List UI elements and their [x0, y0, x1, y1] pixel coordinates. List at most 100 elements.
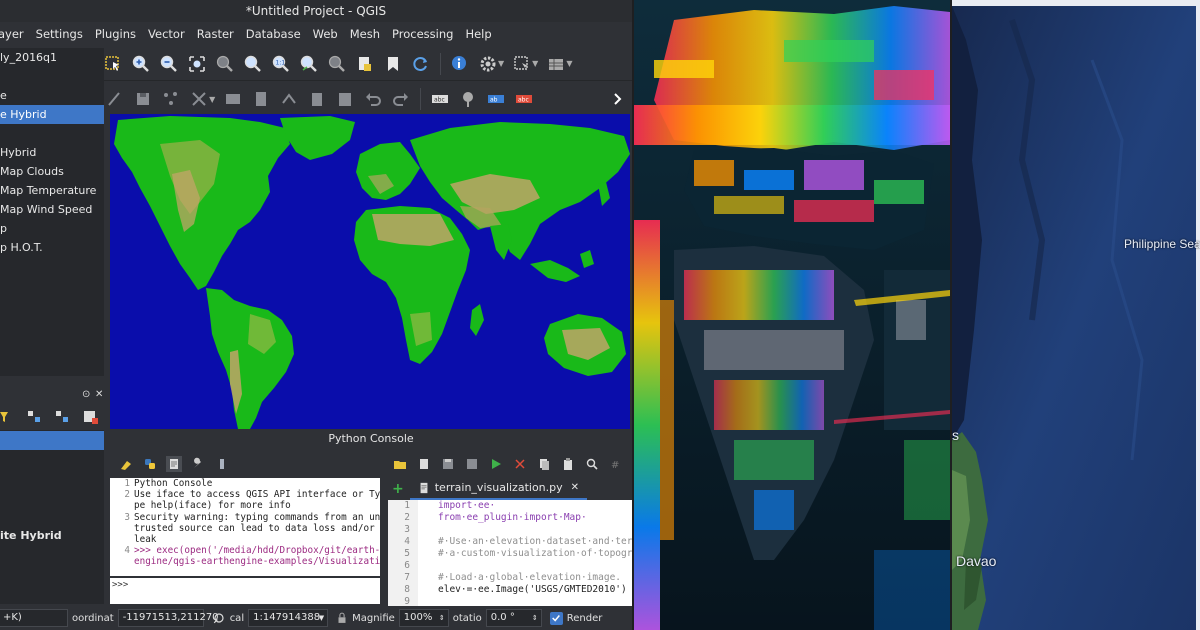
options-wrench-icon[interactable]: [190, 456, 206, 472]
menu-database[interactable]: Database: [246, 27, 301, 41]
satellite-map-view[interactable]: Philippine Sea s Davao: [952, 0, 1200, 630]
browser-item[interactable]: Map Wind Speed: [0, 200, 104, 219]
new-tab-icon[interactable]: +: [392, 481, 404, 497]
filter-legend-icon[interactable]: [0, 406, 18, 428]
actions-icon[interactable]: [477, 53, 499, 75]
python-console-input[interactable]: >>>: [110, 578, 380, 604]
chevron-down-icon[interactable]: ▼: [566, 59, 572, 68]
layer-item[interactable]: [0, 469, 104, 488]
browser-item[interactable]: Map Temperature: [0, 181, 104, 200]
clipboard-icon[interactable]: [306, 88, 328, 110]
run-script-icon[interactable]: [488, 456, 504, 472]
label-pin-icon[interactable]: [457, 88, 479, 110]
zoom-next-icon[interactable]: [326, 53, 348, 75]
expand-all-icon[interactable]: [24, 406, 46, 428]
paste-icon[interactable]: [334, 88, 356, 110]
locator-search[interactable]: +K): [0, 609, 68, 627]
layer-item[interactable]: [0, 507, 104, 526]
chevron-right-icon[interactable]: [607, 88, 629, 110]
copy-features-icon[interactable]: [250, 88, 272, 110]
open-in-editor-icon[interactable]: [416, 456, 432, 472]
copy-icon[interactable]: [536, 456, 552, 472]
refresh-icon[interactable]: [410, 53, 432, 75]
browser-item[interactable]: [0, 67, 104, 86]
lock-scale-icon[interactable]: [335, 610, 349, 626]
render-checkbox[interactable]: [549, 611, 563, 625]
map-canvas[interactable]: [110, 114, 630, 429]
menu-processing[interactable]: Processing: [392, 27, 453, 41]
chevron-down-icon[interactable]: ▼: [532, 59, 538, 68]
save-icon[interactable]: [440, 456, 456, 472]
menu-help[interactable]: Help: [465, 27, 491, 41]
coordinate-field[interactable]: -11971513,211270: [117, 609, 219, 627]
browser-item[interactable]: [0, 124, 104, 143]
menu-web[interactable]: Web: [313, 27, 338, 41]
layer-item[interactable]: [0, 488, 104, 507]
open-script-icon[interactable]: [392, 456, 408, 472]
close-tab-icon[interactable]: ✕: [571, 477, 579, 499]
paste-icon[interactable]: [560, 456, 576, 472]
browser-item[interactable]: ly_2016q1: [0, 48, 104, 67]
zoom-in-icon[interactable]: [130, 53, 152, 75]
menu-layer[interactable]: ayer: [0, 27, 24, 41]
label-highlight-icon[interactable]: ab: [485, 88, 507, 110]
zoom-native-resolution-icon[interactable]: 1:1: [270, 53, 292, 75]
save-edits-icon[interactable]: [132, 88, 154, 110]
python-logo-icon[interactable]: [142, 456, 158, 472]
redo-icon[interactable]: [390, 88, 412, 110]
help-icon[interactable]: [214, 456, 230, 472]
editor-tab[interactable]: terrain_visualization.py ✕: [409, 477, 588, 500]
zoom-last-icon[interactable]: [298, 53, 320, 75]
pan-to-selection-icon[interactable]: [102, 53, 124, 75]
python-code-editor[interactable]: 1 import·ee· 2 from·ee_plugin·import·Map· 3 4…: [388, 500, 632, 606]
float-panel-icon[interactable]: ⊙: [82, 389, 90, 400]
find-text-icon[interactable]: [584, 456, 600, 472]
browser-item[interactable]: Map Clouds: [0, 162, 104, 181]
browser-item[interactable]: p H.O.T.: [0, 238, 104, 257]
select-features-icon[interactable]: [511, 53, 533, 75]
digitize-icon[interactable]: [104, 88, 126, 110]
layer-item-selected[interactable]: [0, 431, 104, 450]
zoom-to-layer-icon[interactable]: [242, 53, 264, 75]
zoom-full-icon[interactable]: [186, 53, 208, 75]
extents-toggle-icon[interactable]: [211, 610, 227, 626]
menu-plugins[interactable]: Plugins: [95, 27, 136, 41]
delete-selected-icon[interactable]: [188, 88, 210, 110]
collapse-all-icon[interactable]: [52, 406, 74, 428]
close-icon[interactable]: ✕: [95, 389, 103, 400]
remove-layer-icon[interactable]: [80, 406, 102, 428]
scale-field[interactable]: 1:147914388 ▼: [248, 609, 329, 627]
cut-features-icon[interactable]: [222, 88, 244, 110]
new-map-view-icon[interactable]: [354, 53, 376, 75]
browser-item[interactable]: Hybrid: [0, 143, 104, 162]
paste-features-icon[interactable]: [278, 88, 300, 110]
zoom-out-icon[interactable]: [158, 53, 180, 75]
open-attribute-table-icon[interactable]: [545, 53, 567, 75]
python-console-output[interactable]: 1 Python Console 2 Use iface to access QGIS…: [110, 478, 380, 576]
magnifier-field[interactable]: 100% ⇕: [398, 609, 449, 627]
label-red-icon[interactable]: abc: [513, 88, 535, 110]
new-bookmark-icon[interactable]: [382, 53, 404, 75]
chevron-down-icon[interactable]: ▼: [498, 59, 504, 68]
label-abc-icon[interactable]: abc: [429, 88, 451, 110]
zoom-to-selection-icon[interactable]: [214, 53, 236, 75]
clear-console-icon[interactable]: [118, 456, 134, 472]
browser-item[interactable]: p: [0, 219, 104, 238]
browser-item[interactable]: e: [0, 86, 104, 105]
chevron-down-icon[interactable]: ▼: [209, 95, 215, 104]
menu-mesh[interactable]: Mesh: [350, 27, 380, 41]
comment-icon[interactable]: #: [608, 456, 624, 472]
layer-item[interactable]: ite Hybrid: [0, 526, 104, 545]
cut-icon[interactable]: [512, 456, 528, 472]
layer-item[interactable]: [0, 450, 104, 469]
menu-vector[interactable]: Vector: [148, 27, 185, 41]
identify-features-icon[interactable]: [449, 53, 471, 75]
menu-raster[interactable]: Raster: [197, 27, 234, 41]
vertex-tool-icon[interactable]: [160, 88, 182, 110]
rotation-field[interactable]: 0.0 ° ⇕: [485, 609, 542, 627]
save-as-icon[interactable]: [464, 456, 480, 472]
undo-icon[interactable]: [362, 88, 384, 110]
menu-settings[interactable]: Settings: [36, 27, 83, 41]
browser-item-selected[interactable]: e Hybrid: [0, 105, 104, 124]
show-editor-icon[interactable]: [166, 456, 182, 472]
